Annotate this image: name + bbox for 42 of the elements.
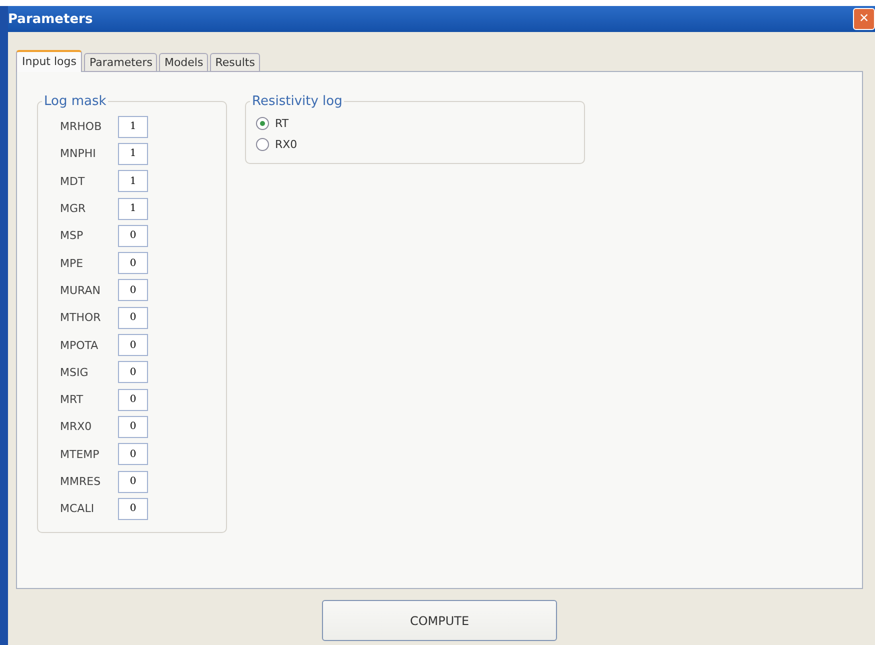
- radio-button[interactable]: [256, 117, 269, 130]
- field-label: MSIG: [60, 366, 90, 379]
- field-label: MNPHI: [60, 147, 97, 160]
- field-label: MCALI: [60, 502, 96, 516]
- tab[interactable]: Parameters: [84, 53, 158, 72]
- input-field[interactable]: 0: [118, 224, 148, 247]
- input-field[interactable]: 1: [118, 142, 148, 165]
- input-field[interactable]: 1: [118, 116, 148, 138]
- tab[interactable]: Input logs: [16, 50, 82, 72]
- compute-button[interactable]: COMPUTE: [322, 600, 557, 641]
- input-field[interactable]: 0: [118, 416, 148, 438]
- field-label: MGR: [60, 202, 87, 216]
- window-title: Parameters: [8, 12, 93, 26]
- group-title: Resistivity log: [251, 94, 344, 109]
- field-label: MRT: [60, 393, 84, 406]
- input-field[interactable]: 1: [118, 198, 148, 220]
- input-field[interactable]: 0: [118, 361, 148, 384]
- tab[interactable]: Models: [159, 53, 208, 72]
- radio-label: RX0: [275, 138, 298, 151]
- field-label: MTHOR: [60, 311, 102, 324]
- field-label: MRX0: [60, 420, 93, 434]
- input-field[interactable]: 0: [118, 388, 148, 411]
- tab[interactable]: Results: [210, 53, 260, 72]
- field-label: MPE: [60, 256, 84, 270]
- field-label: MRHOB: [60, 120, 103, 134]
- radio-label: RT: [275, 117, 289, 130]
- input-field[interactable]: 0: [118, 252, 148, 274]
- input-field[interactable]: 0: [118, 498, 148, 520]
- field-label: MPOTA: [60, 338, 100, 352]
- field-label: MMRES: [60, 475, 102, 488]
- field-label: MTEMP: [60, 448, 100, 461]
- radio-button[interactable]: [256, 138, 269, 151]
- input-field[interactable]: 0: [118, 470, 148, 492]
- group-title: Log mask: [43, 94, 108, 109]
- input-field[interactable]: 0: [118, 306, 148, 329]
- input-field[interactable]: 0: [118, 334, 148, 356]
- input-field[interactable]: 0: [118, 443, 148, 466]
- field-label: MSP: [60, 229, 84, 242]
- input-field[interactable]: 0: [118, 279, 148, 302]
- field-label: MDT: [60, 174, 86, 188]
- field-label: MURAN: [60, 284, 102, 297]
- input-field[interactable]: 1: [118, 170, 148, 192]
